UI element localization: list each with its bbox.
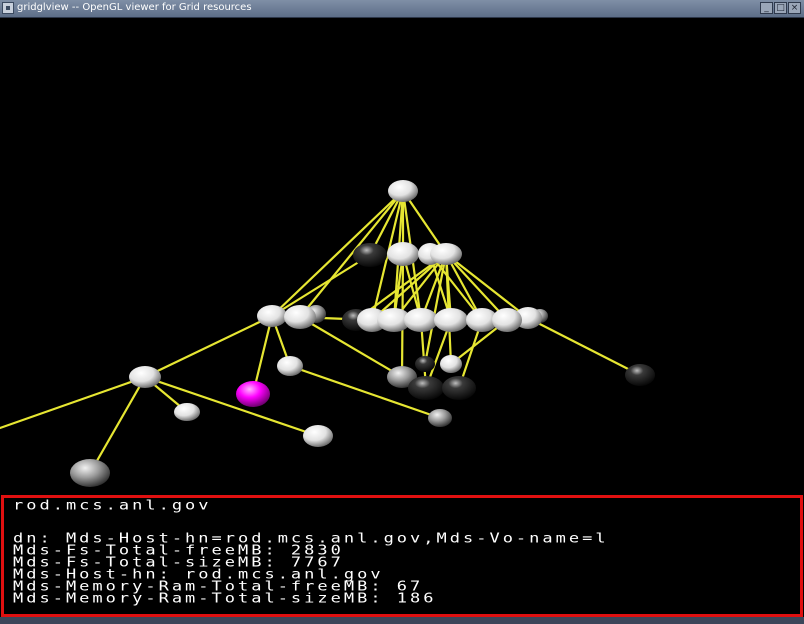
- title-bar[interactable]: gridglview -- OpenGL viewer for Grid res…: [0, 0, 804, 18]
- maximize-button[interactable]: □: [774, 2, 787, 14]
- resource-node[interactable]: [70, 459, 110, 487]
- resource-node[interactable]: [277, 356, 303, 376]
- opengl-viewport[interactable]: [0, 18, 804, 495]
- resource-node[interactable]: [440, 355, 462, 373]
- resource-node[interactable]: [442, 376, 476, 400]
- resource-node[interactable]: [434, 308, 468, 332]
- resource-node[interactable]: [284, 305, 316, 329]
- resource-node[interactable]: [174, 403, 200, 421]
- app-window: gridglview -- OpenGL viewer for Grid res…: [0, 0, 804, 624]
- minimize-button[interactable]: _: [760, 2, 773, 14]
- window-title: gridglview -- OpenGL viewer for Grid res…: [17, 2, 252, 13]
- resource-node[interactable]: [415, 356, 435, 372]
- graph-edge: [526, 316, 642, 377]
- info-hostname: rod.mcs.anl.gov: [13, 497, 212, 514]
- node-info-panel: rod.mcs.anl.gov dn: Mds-Host-hn=rod.mcs.…: [1, 495, 803, 617]
- graph-nodes: [70, 180, 655, 487]
- graph-edge: [143, 314, 274, 379]
- resource-node[interactable]: [353, 243, 387, 267]
- bottom-frame: [0, 617, 804, 624]
- graph-edge: [143, 375, 320, 438]
- selected-resource-node[interactable]: [236, 381, 270, 407]
- resource-node[interactable]: [404, 308, 438, 332]
- info-ram-size: Mds-Memory-Ram-Total-sizeMB: 186: [13, 590, 437, 607]
- resource-node[interactable]: [257, 305, 287, 327]
- graph-edge: [0, 375, 147, 430]
- resource-node[interactable]: [388, 180, 418, 202]
- resource-node[interactable]: [303, 425, 333, 447]
- graph-edge: [444, 252, 530, 320]
- resource-node[interactable]: [430, 243, 462, 265]
- resource-node[interactable]: [129, 366, 161, 388]
- resource-node[interactable]: [492, 308, 522, 332]
- window-menu-icon[interactable]: [2, 2, 14, 14]
- resource-node[interactable]: [625, 364, 655, 386]
- graph-edge: [88, 375, 147, 475]
- grid-resource-graph[interactable]: [0, 18, 804, 495]
- resource-node[interactable]: [428, 409, 452, 427]
- resource-node[interactable]: [387, 242, 419, 266]
- resource-node[interactable]: [408, 376, 444, 400]
- close-button[interactable]: ×: [788, 2, 801, 14]
